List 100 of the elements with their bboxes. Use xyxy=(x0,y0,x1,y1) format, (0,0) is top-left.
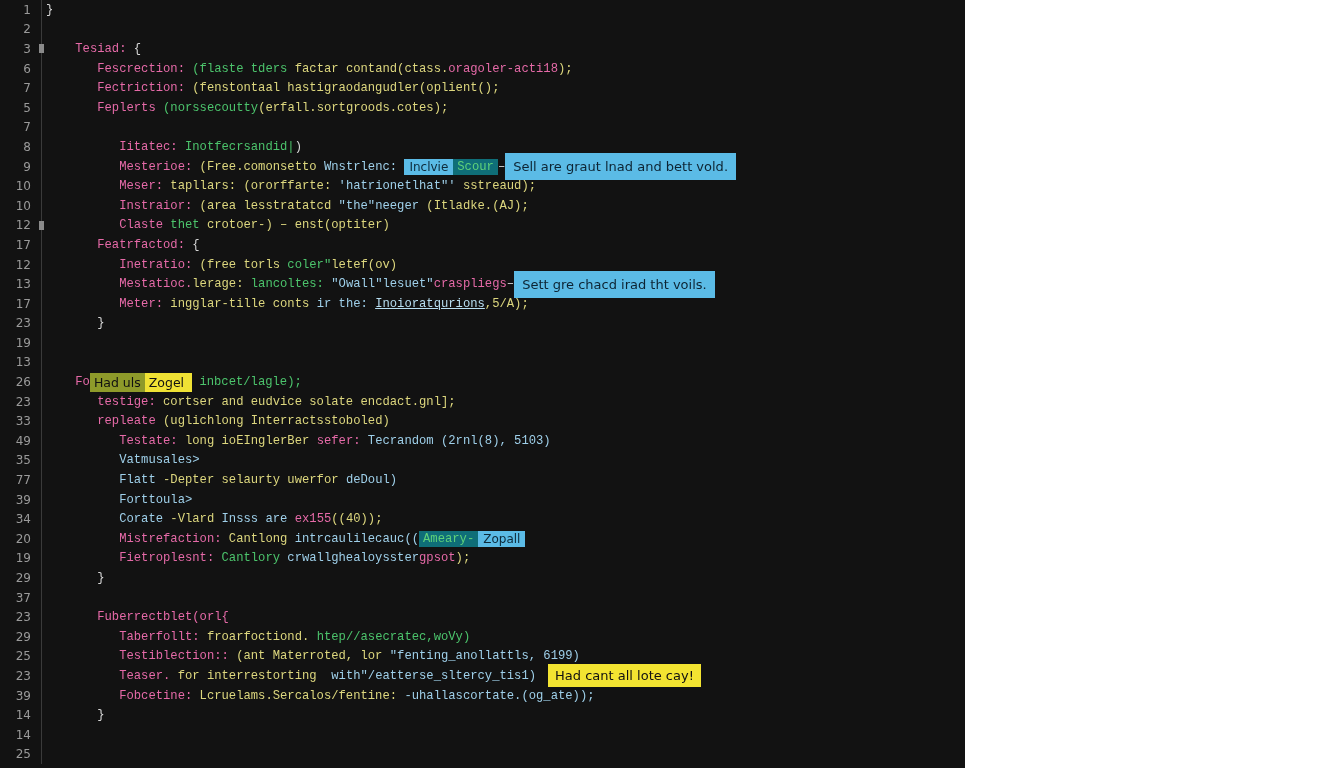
code-text: letef(ov) xyxy=(331,257,398,272)
code-text: Mestatioc. xyxy=(118,277,193,292)
code-text: Mesterioe: xyxy=(118,159,193,174)
tooltip-callout: Sett gre chacd irad tht voils. xyxy=(514,270,715,298)
highlight-tag: Zopall xyxy=(478,530,526,547)
code-text: "the"neeger xyxy=(337,198,419,213)
code-text: } xyxy=(46,2,54,17)
code-text: Tesiad: xyxy=(74,42,127,56)
code-text: long ioEInglerBer xyxy=(183,433,310,448)
line-number: 14 xyxy=(15,708,31,723)
line-number: 6 xyxy=(23,61,31,76)
code-text: (flaste tders xyxy=(191,61,288,76)
code-text: Fo xyxy=(74,375,90,390)
code-text: (ant Materroted, lor xyxy=(235,649,383,664)
tooltip-callout: Had cant all lote cay! xyxy=(548,664,701,688)
code-text: ((40)); xyxy=(331,512,383,527)
code-text: (Free.comonsetto xyxy=(198,159,317,174)
line-number: 34 xyxy=(15,512,31,527)
line-number: 8 xyxy=(23,139,31,154)
code-text: -Vlard xyxy=(169,512,215,527)
line-number: 19 xyxy=(15,335,31,350)
line-number: 1 xyxy=(23,2,31,17)
code-text: Fietroplesnt: xyxy=(118,551,215,566)
line-number: 26 xyxy=(15,375,31,390)
code-text: } xyxy=(96,316,105,331)
line-number: 13 xyxy=(15,355,31,370)
line-number: 23 xyxy=(15,316,31,331)
highlight-tag: Scour xyxy=(453,158,498,175)
code-text: sefer: xyxy=(315,433,361,448)
code-text: Taberfollt: xyxy=(118,629,200,644)
code-text: "fenting_anollattls, 6199) xyxy=(388,649,580,664)
code-text: Fobcetine: xyxy=(118,688,193,703)
line-number: 13 xyxy=(15,277,31,292)
line-number: 29 xyxy=(15,571,31,585)
code-text: -Depter selaurty uwerfor xyxy=(162,473,339,488)
code-text: Testate: xyxy=(118,433,178,448)
code-text: Teaser. xyxy=(118,669,171,683)
code-text: htep//asecratec,woVy) xyxy=(315,629,471,644)
line-number: 19 xyxy=(15,551,31,566)
code-text: testige: xyxy=(96,394,156,409)
code-text: deDoul) xyxy=(344,473,398,488)
line-number: 25 xyxy=(15,747,31,762)
code-text: Feplerts xyxy=(96,100,156,115)
line-number: 23 xyxy=(15,394,31,409)
code-text: cortser and eudvice solate encdact.gnl]; xyxy=(162,394,456,409)
code-text: oragoler-acti18 xyxy=(448,61,558,76)
code-text: crwallghealoysster xyxy=(286,551,419,566)
code-text: Testiblection:: xyxy=(118,649,229,664)
code-text: (free torls xyxy=(198,257,281,272)
fold-marker-icon[interactable] xyxy=(39,44,44,54)
line-number: 17 xyxy=(15,296,31,311)
code-text: Forttoula> xyxy=(118,492,193,507)
highlight-tag: Inclvie xyxy=(404,158,454,175)
code-text: crotoer-) – enst(optiter) xyxy=(205,218,390,233)
code-text: Vatmusales> xyxy=(118,453,200,468)
code-text: ,5/A); xyxy=(484,296,529,311)
line-number: 5 xyxy=(23,100,31,115)
code-text: factar contand(ctass. xyxy=(293,61,449,76)
code-text: ir the: xyxy=(315,296,369,311)
line-number: 7 xyxy=(23,120,31,135)
code-text: 'hatrionetlhat"' xyxy=(337,179,457,194)
code-text: with"/eatterse_sltercy_tis1) xyxy=(330,669,537,683)
line-number: 10 xyxy=(15,179,31,194)
code-text: Meter: xyxy=(118,296,164,311)
code-text: Insss are xyxy=(220,512,288,527)
code-text: (Itladke.(AJ); xyxy=(425,198,529,213)
code-text: for interrestorting xyxy=(176,669,317,683)
line-number: 12 xyxy=(15,257,31,272)
line-number: 49 xyxy=(15,433,31,448)
code-text: (area lesstratatcd xyxy=(198,198,332,213)
code-text: froarfoctiond. xyxy=(205,629,310,644)
line-number: 37 xyxy=(15,590,31,605)
code-text: Fectriction: xyxy=(96,81,185,96)
highlight-tag: Zogel xyxy=(144,372,193,392)
code-text: gpsot xyxy=(419,551,456,566)
code-text: Lcruelams.Sercalos/fentine: xyxy=(198,688,398,703)
code-text: craspliegs xyxy=(433,277,507,292)
code-text: intrcaulilecauc(( xyxy=(293,531,419,546)
code-text: Iitatec: xyxy=(118,139,178,154)
line-number: 2 xyxy=(23,22,31,37)
line-number: 77 xyxy=(15,473,31,488)
code-text: Cantlong xyxy=(227,531,288,546)
code-text: lancoltes: xyxy=(249,277,324,292)
code-text: – xyxy=(506,277,515,292)
code-text: ) xyxy=(294,139,302,154)
line-number: 7 xyxy=(23,81,31,96)
code-text: Instraior: xyxy=(118,198,193,213)
highlight-tag: Ameary- xyxy=(419,530,479,547)
code-text: Corate xyxy=(118,512,164,527)
code-text: Flatt xyxy=(118,473,156,488)
fold-marker-icon[interactable] xyxy=(39,220,44,230)
line-number: 17 xyxy=(15,237,31,252)
line-number: 20 xyxy=(15,531,31,546)
code-text: inbcet/lagle); xyxy=(198,375,302,390)
code-text: coler" xyxy=(286,257,332,272)
tooltip-callout: Sell are graut lnad and bett vold. xyxy=(505,153,736,181)
code-text: – xyxy=(497,159,506,174)
code-text: (uglichlong Interractsstoboled) xyxy=(162,414,390,429)
code-text: "Owall"lesuet" xyxy=(330,277,434,292)
code-text: -uhallascortate.(og_ate)); xyxy=(403,688,595,703)
